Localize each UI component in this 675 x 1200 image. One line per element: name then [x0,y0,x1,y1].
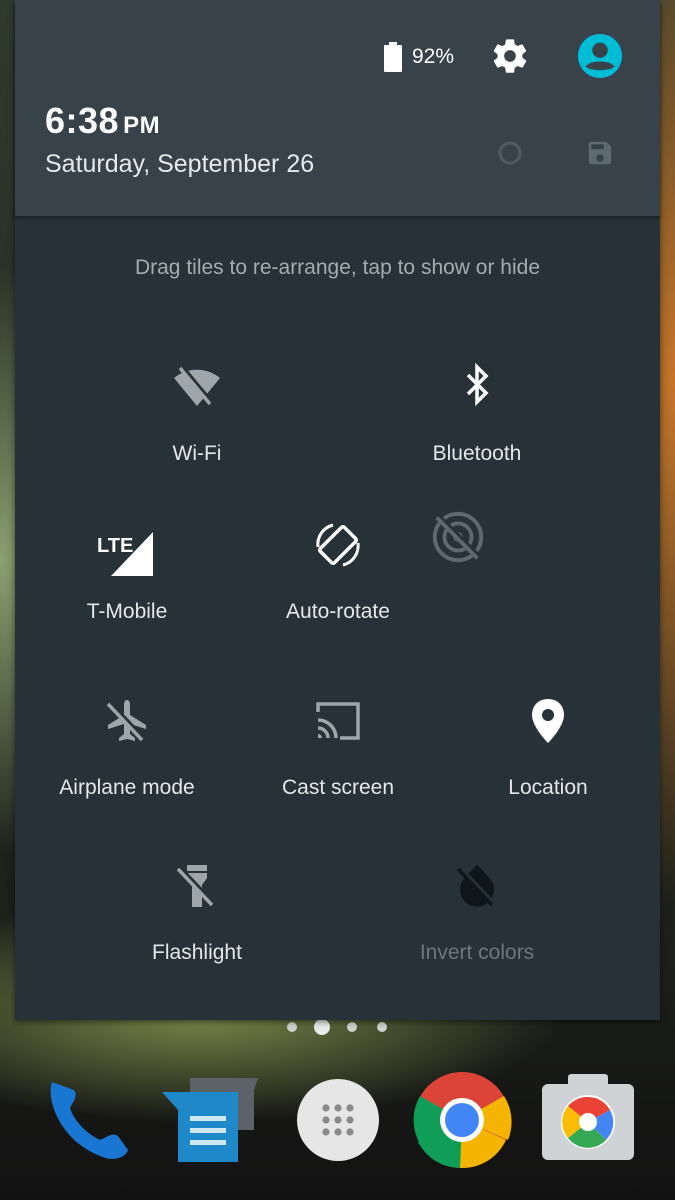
tile-mobile-data[interactable]: LTE T-Mobile [27,520,227,660]
tile-invert-colors[interactable]: Invert colors [377,861,577,1001]
page-dot-2 [314,1019,330,1035]
tile-wifi[interactable]: Wi-Fi [97,362,297,502]
flashlight-off-icon [176,865,217,908]
page-dot-3 [347,1022,357,1032]
tile-bluetooth[interactable]: Bluetooth [377,362,577,502]
camera-icon[interactable] [538,1070,638,1170]
wifi-off-icon [174,366,220,406]
account-circle-icon[interactable] [577,33,623,79]
tile-label: T-Mobile [86,600,168,623]
cast-icon [316,702,360,740]
invert-colors-off-icon [456,864,497,908]
tile-label: Cast screen [281,776,395,799]
page-dot-1 [287,1022,297,1032]
gear-icon[interactable] [490,36,530,76]
save-icon[interactable] [585,138,615,168]
tile-label: Bluetooth [432,442,522,465]
tile-label: Invert colors [419,941,535,964]
airplane-icon [106,700,147,743]
reset-icon [498,141,522,165]
tile-airplane-mode[interactable]: Airplane mode [27,696,227,836]
edit-hint: Drag tiles to re-arrange, tap to show or… [134,256,541,279]
tile-location[interactable]: Location [448,696,648,836]
quick-settings-panel: 92% 6:38 PM Saturday, September 26 Drag t… [15,0,660,1020]
tile-hotspot[interactable] [359,508,559,648]
battery-icon [384,42,402,72]
app-drawer-icon[interactable] [288,1070,388,1170]
date-label[interactable]: Saturday, September 26 [45,150,314,179]
quick-settings-header: 92% 6:38 PM Saturday, September 26 [15,0,660,216]
bluetooth-icon [466,362,489,407]
tile-cast-screen[interactable]: Cast screen [238,696,438,836]
tile-label: Location [508,776,588,799]
clock-time: 6:38 [45,100,120,141]
location-pin-icon [532,699,564,743]
lte-signal-icon: LTE [97,532,153,576]
tile-label: Wi-Fi [172,442,222,465]
tile-flashlight[interactable]: Flashlight [97,861,297,1001]
battery-percent: 92% [412,45,455,68]
tile-label: Airplane mode [59,776,195,799]
tile-label: Flashlight [152,941,242,964]
svg-text:LTE: LTE [97,535,133,557]
chrome-icon[interactable] [412,1070,512,1170]
messaging-icon[interactable] [160,1070,260,1170]
auto-rotate-icon [316,523,360,567]
clock[interactable]: 6:38 PM [45,100,160,142]
page-dot-4 [377,1022,387,1032]
hotspot-off-icon [432,511,484,563]
phone-icon[interactable] [40,1070,140,1170]
clock-ampm: PM [123,112,161,139]
